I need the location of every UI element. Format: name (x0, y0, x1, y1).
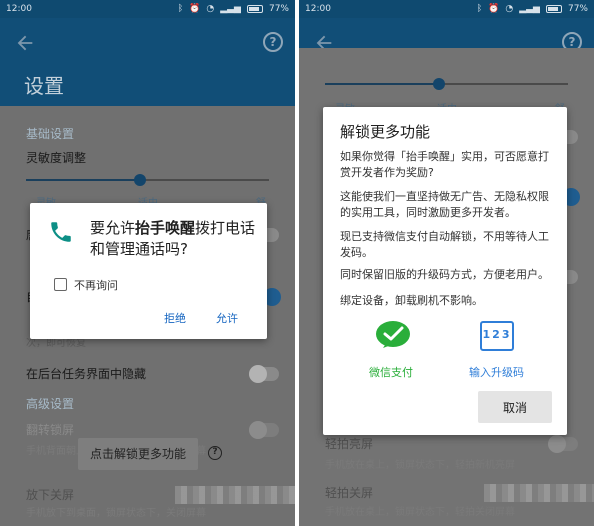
hide-recent-toggle[interactable] (249, 365, 279, 383)
permission-title-prefix: 要允许 (90, 219, 136, 237)
unlock-dialog-title: 解锁更多功能 (340, 123, 431, 141)
slider-thumb[interactable] (433, 78, 446, 90)
flip-lock-label: 翻转锁屏 (26, 423, 75, 437)
sensitivity-slider[interactable] (325, 78, 568, 90)
allow-button[interactable]: 允许 (216, 310, 238, 326)
slider-fill (26, 179, 141, 181)
status-icons: ᛒ ⏰ ◔ ▂▃▅ 77% (178, 4, 289, 14)
tap-wake-toggle[interactable] (548, 435, 578, 453)
dont-ask-checkbox[interactable] (54, 278, 67, 291)
upgrade-code-icon[interactable]: 123 (480, 321, 514, 351)
wifi-icon: ◔ (206, 4, 215, 14)
section-header-advanced: 高级设置 (26, 397, 75, 411)
unlock-para-4: 同时保留旧版的升级码方式，方便老用户。 (340, 268, 549, 281)
watermark-blur (175, 486, 295, 504)
phone-icon (51, 222, 71, 242)
slider-thumb[interactable] (134, 174, 147, 186)
section-header-basic: 基础设置 (26, 127, 75, 141)
status-bar: 12:00 ᛒ ⏰ ◔ ▂▃▅ 77% (299, 0, 594, 18)
app-bar: ? 设置 (0, 18, 295, 106)
tap-wake-label: 轻拍亮屏 (325, 437, 374, 451)
tap-off-label: 轻拍关屏 (325, 486, 374, 500)
hide-recent-label: 在后台任务界面中隐藏 (26, 367, 147, 381)
enter-code-label[interactable]: 输入升级码 (469, 364, 524, 380)
bluetooth-icon: ᛒ (177, 4, 184, 14)
permission-app-name: 抬手唤醒 (135, 219, 196, 237)
page-title: 设置 (24, 74, 64, 98)
back-arrow-icon[interactable] (14, 32, 36, 54)
tap-wake-sub: 手机放在桌上，锁屏状态下，轻拍新机亮屏 (325, 460, 515, 471)
unlock-para-3: 现已支持微信支付自动解锁，不用等待人工发码。 (340, 230, 549, 259)
sensitivity-slider[interactable] (26, 174, 269, 186)
app-bar: ? (299, 18, 594, 52)
right-screen: 12:00 ᛒ ⏰ ◔ ▂▃▅ 77% ? 灵敏 适中 舒 轻拍亮屏 手机放在桌… (299, 0, 594, 526)
pocket-lock-sub: 手机放下到桌面，锁屏状态下，关闭屏幕 (26, 508, 206, 519)
flip-lock-toggle[interactable] (249, 421, 279, 439)
cancel-button[interactable]: 取消 (478, 391, 552, 423)
deny-button[interactable]: 拒绝 (164, 310, 186, 326)
battery-percent: 77% (567, 4, 588, 14)
watermark-blur (484, 484, 594, 502)
wechat-pay-label[interactable]: 微信支付 (369, 364, 413, 380)
unlock-help-icon[interactable]: ? (208, 446, 222, 460)
unlock-more-button[interactable]: 点击解锁更多功能 (78, 438, 198, 470)
upgrade-code-icon-text: 123 (482, 328, 512, 341)
signal-icon: ▂▃▅ (519, 4, 540, 14)
tap-off-sub: 手机放在桌上，锁屏状态下，轻拍关闭屏幕 (325, 507, 515, 518)
unlock-para-1: 如果你觉得「抬手唤醒」实用，可否愿意打赏开发者作为奖励? (340, 150, 549, 179)
unlock-para-5: 绑定设备，卸载刷机不影响。 (340, 294, 483, 307)
wifi-icon: ◔ (505, 4, 514, 14)
status-time: 12:00 (6, 4, 32, 14)
signal-icon: ▂▃▅ (220, 4, 241, 14)
battery-icon (545, 5, 562, 13)
unlock-para-2: 这能使我们一直坚持做无广告、无隐私权限的实用工具，同时激励更多开发者。 (340, 190, 549, 219)
pocket-lock-label: 放下关屏 (26, 488, 75, 502)
bluetooth-icon: ᛒ (476, 4, 483, 14)
dont-ask-label: 不再询问 (74, 279, 118, 292)
status-time: 12:00 (305, 4, 331, 14)
help-icon[interactable]: ? (263, 32, 283, 52)
unlock-dialog: 解锁更多功能 如果你觉得「抬手唤醒」实用，可否愿意打赏开发者作为奖励? 这能使我… (323, 107, 567, 435)
alarm-icon: ⏰ (189, 4, 201, 14)
status-icons: ᛒ ⏰ ◔ ▂▃▅ 77% (477, 4, 588, 14)
wechat-pay-icon[interactable] (375, 320, 411, 352)
sensitivity-label: 灵敏度调整 (26, 151, 87, 165)
permission-dialog: 要允许抬手唤醒拨打电话和管理通话吗? 不再询问 拒绝 允许 (30, 203, 267, 339)
left-screen: 12:00 ᛒ ⏰ ◔ ▂▃▅ 77% ? 设置 基础设置 灵敏度调整 灵敏 适… (0, 0, 295, 526)
alarm-icon: ⏰ (488, 4, 500, 14)
permission-title: 要允许抬手唤醒拨打电话和管理通话吗? (90, 218, 260, 260)
status-bar: 12:00 ᛒ ⏰ ◔ ▂▃▅ 77% (0, 0, 295, 18)
slider-fill (325, 83, 440, 85)
battery-icon (246, 5, 263, 13)
battery-percent: 77% (268, 4, 289, 14)
